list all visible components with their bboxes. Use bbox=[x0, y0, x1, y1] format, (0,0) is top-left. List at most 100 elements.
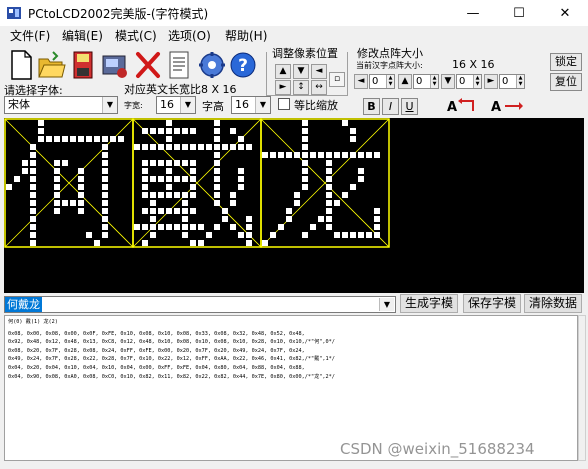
glyph-cell[interactable] bbox=[4, 118, 134, 248]
text-input[interactable]: 何戴龙 bbox=[4, 296, 396, 313]
glyph-dot bbox=[374, 152, 380, 158]
move-down-icon[interactable]: ▼ bbox=[293, 64, 309, 79]
spin-up[interactable]: 0 ▲ ▼ bbox=[413, 74, 439, 89]
glyph-dot bbox=[246, 144, 252, 150]
menu-mode[interactable]: 模式(C) bbox=[115, 27, 157, 44]
underline-button[interactable]: U bbox=[401, 98, 418, 115]
flip-horizontal-icon[interactable]: ↔ bbox=[311, 80, 327, 95]
grow-right-icon[interactable]: ► bbox=[484, 74, 498, 89]
open-folder-icon[interactable] bbox=[36, 48, 66, 82]
glyph-dot bbox=[150, 144, 156, 150]
options-gear-icon[interactable] bbox=[197, 48, 227, 82]
menu-help[interactable]: 帮助(H) bbox=[225, 27, 267, 44]
move-right-icon[interactable]: ► bbox=[275, 80, 291, 95]
italic-button[interactable]: I bbox=[382, 98, 399, 115]
glyph-dot bbox=[62, 160, 68, 166]
close-button[interactable]: ✕ bbox=[542, 0, 588, 26]
glyph-dot bbox=[198, 240, 204, 246]
glyph-dot bbox=[158, 144, 164, 150]
new-file-icon[interactable] bbox=[6, 48, 36, 82]
glyph-dot bbox=[182, 224, 188, 230]
dot-matrix-canvas[interactable] bbox=[4, 118, 584, 293]
spin-down[interactable]: 0 ▲ ▼ bbox=[456, 74, 482, 89]
font-select[interactable]: 宋体 ▼ bbox=[4, 96, 118, 114]
glyph-dot bbox=[302, 120, 308, 126]
bold-button[interactable]: B bbox=[363, 98, 380, 115]
glyph-dot bbox=[246, 240, 252, 246]
document-icon[interactable] bbox=[164, 48, 194, 82]
move-left-icon[interactable]: ◄ bbox=[311, 64, 327, 79]
glyph-cell[interactable] bbox=[260, 118, 390, 248]
glyph-dot bbox=[182, 208, 188, 214]
glyph-dot bbox=[214, 128, 220, 134]
glyph-dot bbox=[350, 152, 356, 158]
mirror-icon[interactable]: A bbox=[489, 97, 523, 115]
glyph-dot bbox=[78, 168, 84, 174]
glyph-dot bbox=[22, 160, 28, 166]
help-icon[interactable]: ? bbox=[228, 48, 258, 82]
menu-file[interactable]: 文件(F) bbox=[10, 27, 50, 44]
glyph-dot bbox=[150, 192, 156, 198]
grow-up-icon[interactable]: ▲ bbox=[398, 74, 412, 89]
glyph-dot bbox=[142, 176, 148, 182]
glyph-dot bbox=[350, 128, 356, 134]
glyph-dot bbox=[150, 200, 156, 206]
glyph-dot bbox=[142, 160, 148, 166]
glyph-dot bbox=[302, 136, 308, 142]
glyph-dot bbox=[326, 176, 332, 182]
glyph-dot bbox=[78, 176, 84, 182]
glyph-dot bbox=[166, 168, 172, 174]
glyph-cell[interactable] bbox=[132, 118, 262, 248]
minimize-button[interactable]: — bbox=[450, 0, 496, 26]
save-disk-icon[interactable] bbox=[68, 48, 98, 82]
glyph-dot bbox=[166, 144, 172, 150]
menu-options[interactable]: 选项(O) bbox=[168, 27, 211, 44]
grow-down-icon[interactable]: ▼ bbox=[441, 74, 455, 89]
chevron-down-icon[interactable]: ▼ bbox=[379, 298, 394, 311]
menu-edit[interactable]: 编辑(E) bbox=[62, 27, 103, 44]
window-title: PCtoLCD2002完美版-(字符模式) bbox=[28, 7, 209, 21]
glyph-dot bbox=[150, 232, 156, 238]
glyph-dot bbox=[302, 128, 308, 134]
glyph-dot bbox=[78, 136, 84, 142]
maximize-button[interactable]: ☐ bbox=[496, 0, 542, 26]
glyph-dot bbox=[190, 240, 196, 246]
glyph-dot bbox=[62, 136, 68, 142]
glyph-dot bbox=[190, 208, 196, 214]
shrink-left-icon[interactable]: ◄ bbox=[354, 74, 368, 89]
current-size-value: 16 X 16 bbox=[452, 58, 495, 71]
glyph-dot bbox=[214, 168, 220, 174]
save-font-button[interactable]: 保存字模 bbox=[463, 294, 521, 313]
lock-button[interactable]: 锁定 bbox=[550, 53, 582, 71]
width-select[interactable]: 16 ▼ bbox=[156, 96, 196, 114]
spin-left[interactable]: 0 ▲ ▼ bbox=[369, 74, 395, 89]
delete-icon[interactable] bbox=[133, 48, 163, 82]
flip-vertical-icon[interactable]: ↕ bbox=[293, 80, 309, 95]
glyph-dot bbox=[262, 240, 268, 246]
glyph-dot bbox=[30, 240, 36, 246]
settings-icon[interactable] bbox=[100, 48, 130, 82]
clear-button[interactable]: 清除数据 bbox=[524, 294, 582, 313]
glyph-dot bbox=[334, 200, 340, 206]
glyph-dot bbox=[182, 232, 188, 238]
move-up-icon[interactable]: ▲ bbox=[275, 64, 291, 79]
glyph-dot bbox=[214, 120, 220, 126]
equal-ratio-checkbox[interactable] bbox=[278, 98, 290, 110]
output-scrollbar[interactable] bbox=[578, 315, 586, 461]
glyph-dot bbox=[150, 128, 156, 134]
reset-button[interactable]: 复位 bbox=[550, 73, 582, 91]
equal-ratio-label: 等比缩放 bbox=[294, 99, 338, 112]
glyph-dot bbox=[294, 192, 300, 198]
generate-button[interactable]: 生成字模 bbox=[400, 294, 458, 313]
glyph-dot bbox=[206, 144, 212, 150]
rotate-left-icon[interactable]: A bbox=[443, 97, 477, 115]
glyph-dot bbox=[302, 168, 308, 174]
glyph-dot bbox=[190, 128, 196, 134]
glyph-dot bbox=[30, 216, 36, 222]
svg-text:A: A bbox=[447, 100, 457, 115]
spin-right[interactable]: 0 ▲ ▼ bbox=[499, 74, 525, 89]
glyph-dot bbox=[302, 144, 308, 150]
height-select[interactable]: 16 ▼ bbox=[231, 96, 271, 114]
invert-icon[interactable]: ▫ bbox=[329, 72, 345, 87]
glyph-dot bbox=[86, 232, 92, 238]
